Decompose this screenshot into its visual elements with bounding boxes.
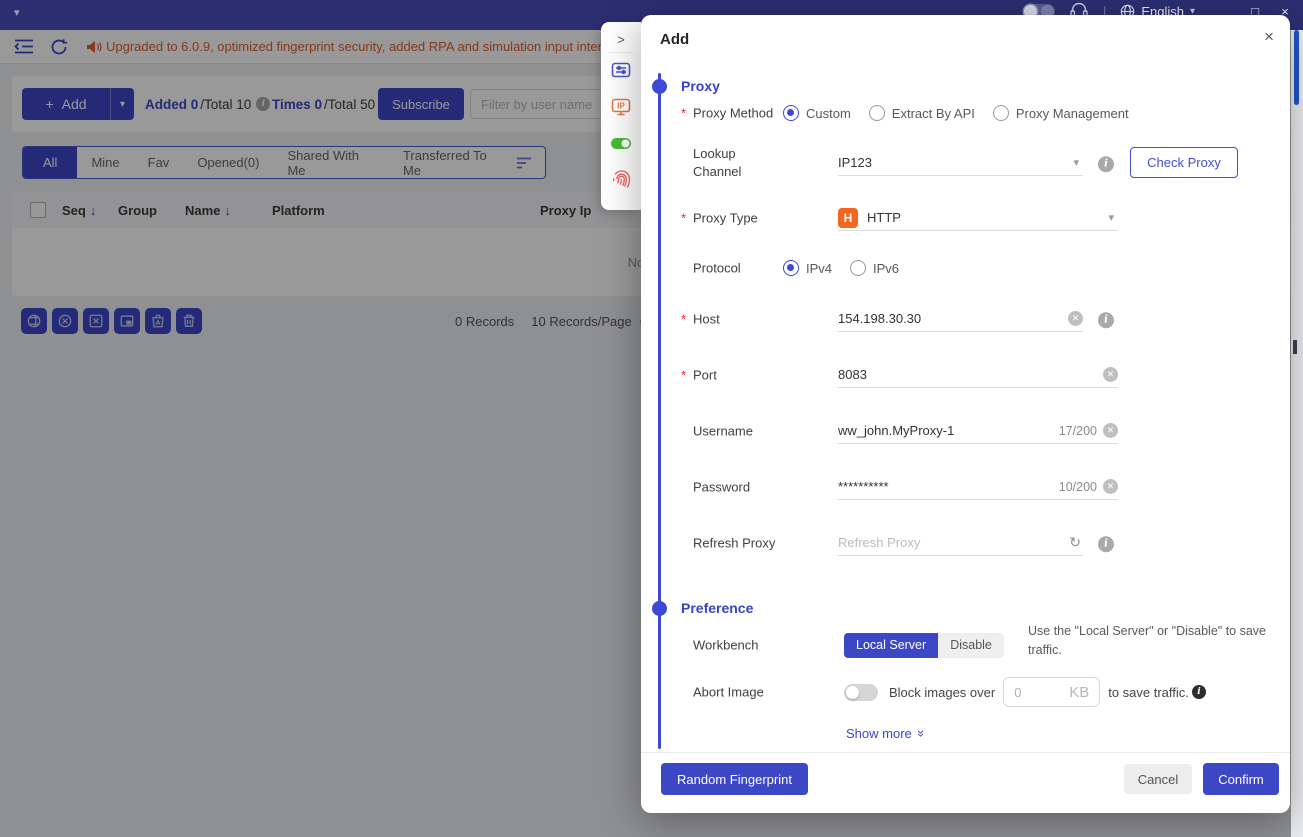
proxy-method-row: *Proxy Method Custom Extract By API Prox… (681, 100, 1270, 126)
modal-title: Add (660, 31, 689, 48)
cancel-button[interactable]: Cancel (1124, 764, 1192, 794)
radio-custom[interactable]: Custom (783, 105, 851, 121)
host-info-icon[interactable]: i (1098, 312, 1114, 328)
proxy-method-label: Proxy Method (693, 106, 773, 121)
double-chevron-down-icon: » (914, 729, 929, 736)
clear-icon[interactable]: ✕ (1103, 423, 1118, 438)
port-label: Port (693, 368, 717, 383)
modal-footer: Random Fingerprint Cancel Confirm (641, 752, 1290, 813)
kb-unit-label: KB (1069, 684, 1089, 701)
radio-extract-by-api[interactable]: Extract By API (869, 105, 975, 121)
password-row: Password ********** 10/200 ✕ (681, 474, 1270, 500)
abort-image-info-icon[interactable]: i (1192, 685, 1206, 699)
lookup-channel-row: LookupChannel IP123 ▾ i Check Proxy (681, 140, 1270, 186)
workbench-segmented-control: Local Server Disable (844, 633, 1004, 658)
collapse-panel-chevron-icon[interactable]: > (617, 26, 625, 52)
username-row: Username ww_john.MyProxy-1 17/200 ✕ (681, 418, 1270, 444)
host-input[interactable]: 154.198.30.30 ✕ (838, 306, 1083, 332)
right-scrollbar-track (1291, 30, 1303, 837)
port-row: *Port 8083 ✕ (681, 362, 1270, 388)
port-input[interactable]: 8083 ✕ (838, 362, 1118, 388)
abort-image-row: Abort Image Block images over 0 KB to sa… (681, 677, 1270, 707)
radio-proxy-management[interactable]: Proxy Management (993, 105, 1129, 121)
svg-text:IP: IP (617, 102, 625, 111)
image-size-input[interactable]: 0 KB (1003, 677, 1100, 707)
protocol-label: Protocol (693, 261, 741, 276)
random-fingerprint-button[interactable]: Random Fingerprint (661, 763, 808, 795)
refresh-proxy-label: Refresh Proxy (693, 536, 775, 551)
save-traffic-text: to save traffic. (1108, 685, 1189, 700)
refresh-proxy-icon[interactable]: ↻ (1069, 534, 1081, 551)
show-more-link[interactable]: Show more » (846, 726, 925, 741)
clear-icon[interactable]: ✕ (1103, 479, 1118, 494)
scrollbar-thumb[interactable] (1294, 30, 1299, 105)
lookup-channel-select[interactable]: IP123 ▾ (838, 150, 1083, 176)
section-timeline (658, 73, 661, 749)
proxy-type-label: Proxy Type (693, 211, 758, 226)
show-more-row: Show more » (681, 720, 1270, 746)
toggle-status-icon[interactable] (610, 125, 632, 161)
refresh-proxy-row: Refresh Proxy Refresh Proxy ↻ i (681, 530, 1270, 556)
workbench-local-server-option[interactable]: Local Server (844, 633, 938, 658)
proxy-type-row: *Proxy Type H HTTP ▾ (681, 205, 1270, 231)
ip-lookup-icon[interactable]: IP (611, 89, 631, 125)
radio-ipv6[interactable]: IPv6 (850, 260, 899, 276)
modal-close-icon[interactable]: × (1264, 27, 1274, 47)
workbench-hint: Use the "Local Server" or "Disable" to s… (1028, 622, 1268, 660)
lookup-channel-info-icon[interactable]: i (1098, 156, 1114, 172)
password-input[interactable]: ********** 10/200 ✕ (838, 474, 1118, 500)
radio-ipv4[interactable]: IPv4 (783, 260, 832, 276)
refresh-proxy-placeholder: Refresh Proxy (838, 535, 1069, 550)
clear-icon[interactable]: ✕ (1103, 367, 1118, 382)
titlebar-caret-icon[interactable]: ▾ (14, 6, 20, 19)
quick-nav-strip: > IP (601, 22, 641, 210)
preference-section-title: Preference (681, 600, 753, 616)
select-caret-icon: ▾ (1108, 211, 1114, 224)
preference-section-dot (652, 601, 667, 616)
add-profile-modal: Add × Proxy *Proxy Method Custom Extract… (641, 15, 1290, 813)
lookup-channel-label: LookupChannel (693, 145, 741, 181)
confirm-button[interactable]: Confirm (1203, 763, 1279, 795)
radio-selected-icon[interactable] (783, 105, 799, 121)
host-label: Host (693, 312, 720, 327)
block-images-text: Block images over (889, 685, 995, 700)
refresh-proxy-info-icon[interactable]: i (1098, 536, 1114, 552)
refresh-proxy-input[interactable]: Refresh Proxy ↻ (838, 530, 1083, 556)
protocol-row: Protocol IPv4 IPv6 (681, 255, 1270, 281)
check-proxy-button[interactable]: Check Proxy (1130, 147, 1238, 178)
username-label: Username (693, 424, 753, 439)
workbench-label: Workbench (693, 638, 759, 653)
password-char-counter: 10/200 (1059, 480, 1097, 494)
proxy-section-title: Proxy (681, 78, 720, 94)
host-row: *Host 154.198.30.30 ✕ i (681, 306, 1270, 332)
abort-image-label: Abort Image (693, 685, 764, 700)
password-label: Password (693, 480, 750, 495)
select-caret-icon: ▾ (1073, 156, 1079, 169)
proxy-section-dot (652, 79, 667, 94)
proxy-type-select[interactable]: H HTTP ▾ (838, 205, 1118, 231)
proxy-settings-icon[interactable] (611, 53, 631, 89)
app-root: Upgraded to 6.0.9, optimized fingerprint… (0, 0, 1303, 837)
clear-icon[interactable]: ✕ (1068, 311, 1083, 326)
block-images-toggle[interactable] (844, 684, 878, 701)
workbench-disable-option[interactable]: Disable (938, 633, 1004, 658)
fingerprint-icon[interactable] (612, 161, 631, 197)
username-input[interactable]: ww_john.MyProxy-1 17/200 ✕ (838, 418, 1118, 444)
username-char-counter: 17/200 (1059, 424, 1097, 438)
http-badge-icon: H (838, 208, 858, 228)
workbench-row: Workbench Local Server Disable Use the "… (681, 625, 1270, 665)
